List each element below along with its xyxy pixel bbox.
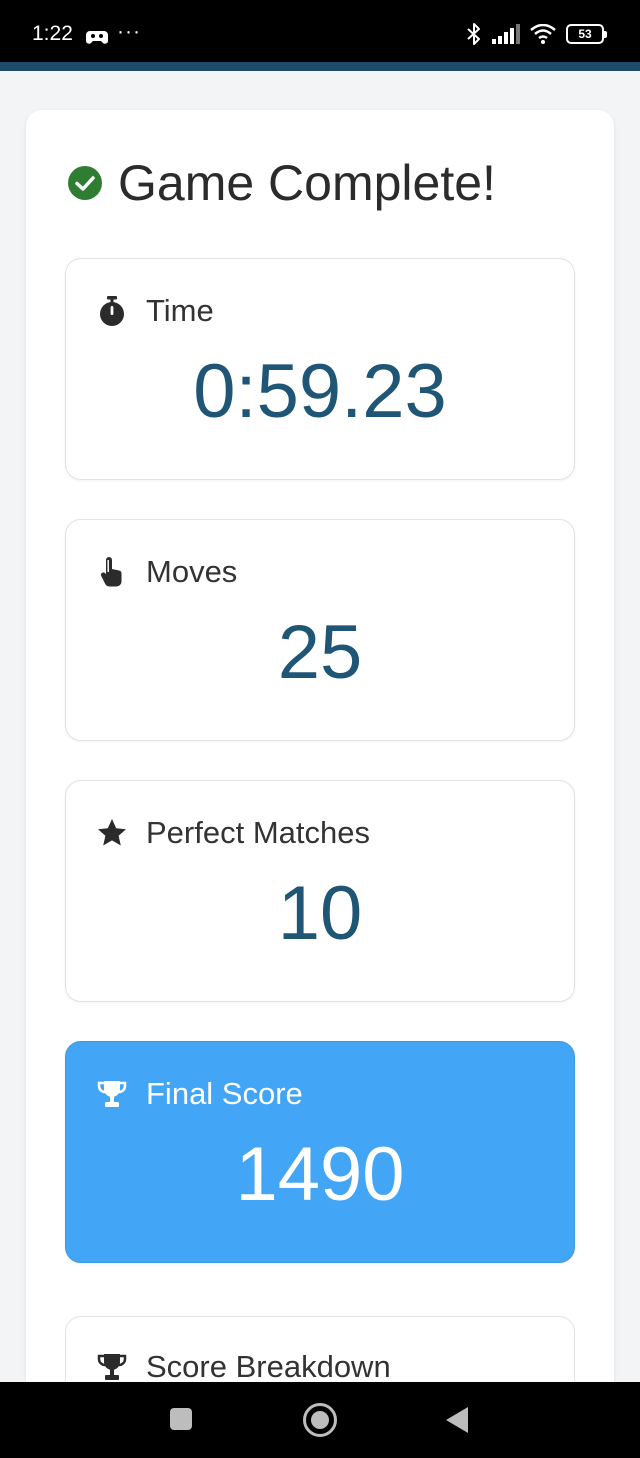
stat-value-final-score: 1490 [235,1132,405,1217]
stat-label-perfect-matches: Perfect Matches [146,815,370,850]
trophy-icon [97,1081,127,1107]
status-bar: 1:22 ··· 53 [0,0,640,62]
battery-level: 53 [578,27,592,41]
check-circle-icon [68,166,102,200]
signal-icon [492,24,520,44]
game-controller-icon [86,31,108,44]
score-breakdown-label: Score Breakdown [146,1349,391,1384]
stat-card-final-score: Final Score 1490 [65,1041,575,1263]
stat-value-perfect-matches: 10 [277,871,363,956]
trophy-icon [97,1354,127,1380]
bluetooth-icon [467,23,480,45]
stat-card-time: Time 0:59.23 [65,258,575,480]
stat-label-final-score: Final Score [146,1076,303,1111]
wifi-icon [530,24,556,44]
stat-label-moves: Moves [146,554,238,589]
system-nav-bar [0,1382,640,1458]
stat-label-time: Time [146,293,214,328]
more-notifications-icon: ··· [117,20,141,43]
star-icon [98,819,126,846]
battery-icon: 53 [566,24,607,44]
page-title: Game Complete! [118,155,496,211]
status-icons: 53 [466,22,607,46]
home-button[interactable] [303,1403,337,1437]
stat-value-moves: 25 [277,610,363,695]
tap-hand-icon [100,557,122,587]
results-heading: Game Complete! [68,152,496,214]
stopwatch-icon [100,296,124,326]
back-button[interactable] [446,1407,468,1433]
app-bar-edge [0,62,640,71]
stat-card-perfect-matches: Perfect Matches 10 [65,780,575,1002]
stat-value-time: 0:59.23 [193,349,447,434]
results-card: Game Complete! Time 0:59.23 Moves 25 Per… [26,110,614,1456]
stat-card-moves: Moves 25 [65,519,575,741]
status-time: 1:22 [32,22,73,45]
recent-apps-button[interactable] [170,1408,192,1430]
